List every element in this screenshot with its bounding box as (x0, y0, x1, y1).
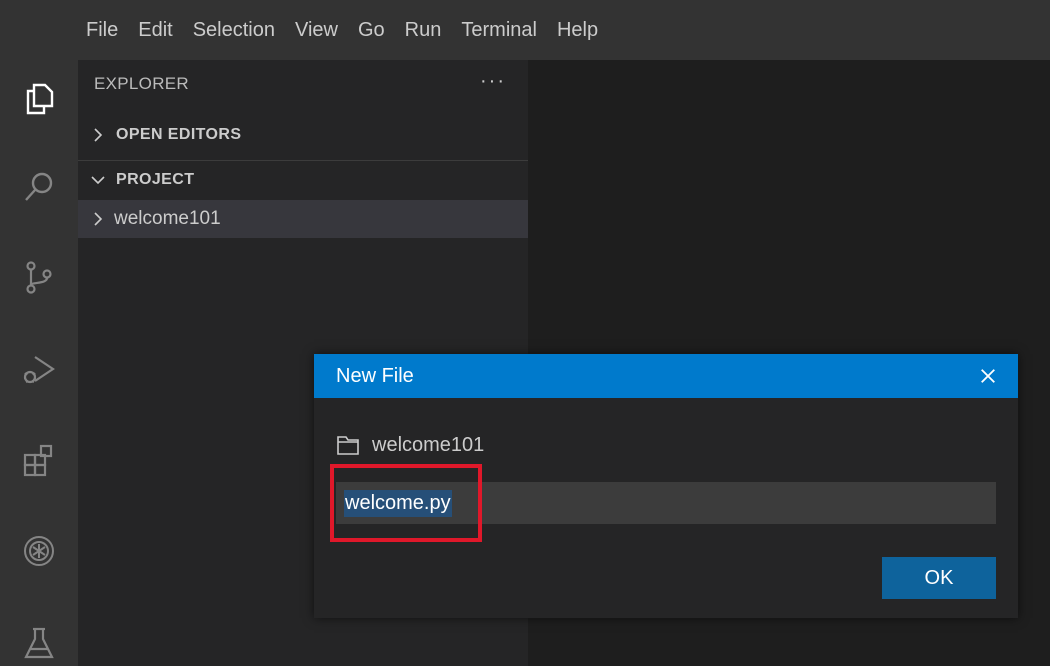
folder-icon (337, 436, 359, 455)
menu-go[interactable]: Go (358, 0, 385, 60)
section-open-editors-label: OPEN EDITORS (116, 126, 242, 143)
activity-bar (0, 60, 78, 666)
source-control-icon[interactable] (0, 242, 78, 312)
explorer-icon[interactable] (0, 64, 78, 134)
dialog-title: New File (336, 365, 414, 387)
section-project[interactable]: PROJECT (78, 162, 528, 198)
menu-selection[interactable]: Selection (193, 0, 275, 60)
tree-item-folder[interactable]: welcome101 (78, 200, 528, 238)
dialog-folder-path: welcome101 (336, 430, 484, 460)
menu-view[interactable]: View (295, 0, 338, 60)
chevron-down-icon (91, 176, 105, 185)
testing-icon[interactable] (0, 608, 78, 666)
menu-file[interactable]: File (86, 0, 118, 60)
dialog-folder-label: welcome101 (372, 433, 485, 456)
annotation-highlight-box (330, 464, 482, 542)
extensions-icon[interactable] (0, 426, 78, 496)
section-divider (78, 160, 528, 161)
chevron-right-icon (94, 128, 103, 142)
menu-help[interactable]: Help (557, 0, 598, 60)
chevron-right-icon (94, 212, 103, 226)
menu-terminal[interactable]: Terminal (461, 0, 537, 60)
close-icon[interactable] (976, 364, 1000, 388)
menu-edit[interactable]: Edit (138, 0, 172, 60)
menu-items: File Edit Selection View Go Run Terminal… (86, 0, 598, 60)
ok-button[interactable]: OK (882, 557, 996, 599)
more-actions-icon[interactable]: ··· (480, 70, 506, 93)
sidebar-title: EXPLORER (94, 74, 189, 93)
run-debug-icon[interactable] (0, 334, 78, 404)
section-project-label: PROJECT (116, 171, 195, 188)
tree-item-label: welcome101 (114, 208, 221, 229)
menu-run[interactable]: Run (405, 0, 442, 60)
menu-bar: File Edit Selection View Go Run Terminal… (0, 0, 1050, 60)
dialog-titlebar: New File (314, 354, 1018, 398)
search-icon[interactable] (0, 152, 78, 222)
vscode-window: File Edit Selection View Go Run Terminal… (0, 0, 1050, 666)
extension-badge-icon[interactable] (0, 516, 78, 586)
section-open-editors[interactable]: OPEN EDITORS (78, 117, 528, 153)
